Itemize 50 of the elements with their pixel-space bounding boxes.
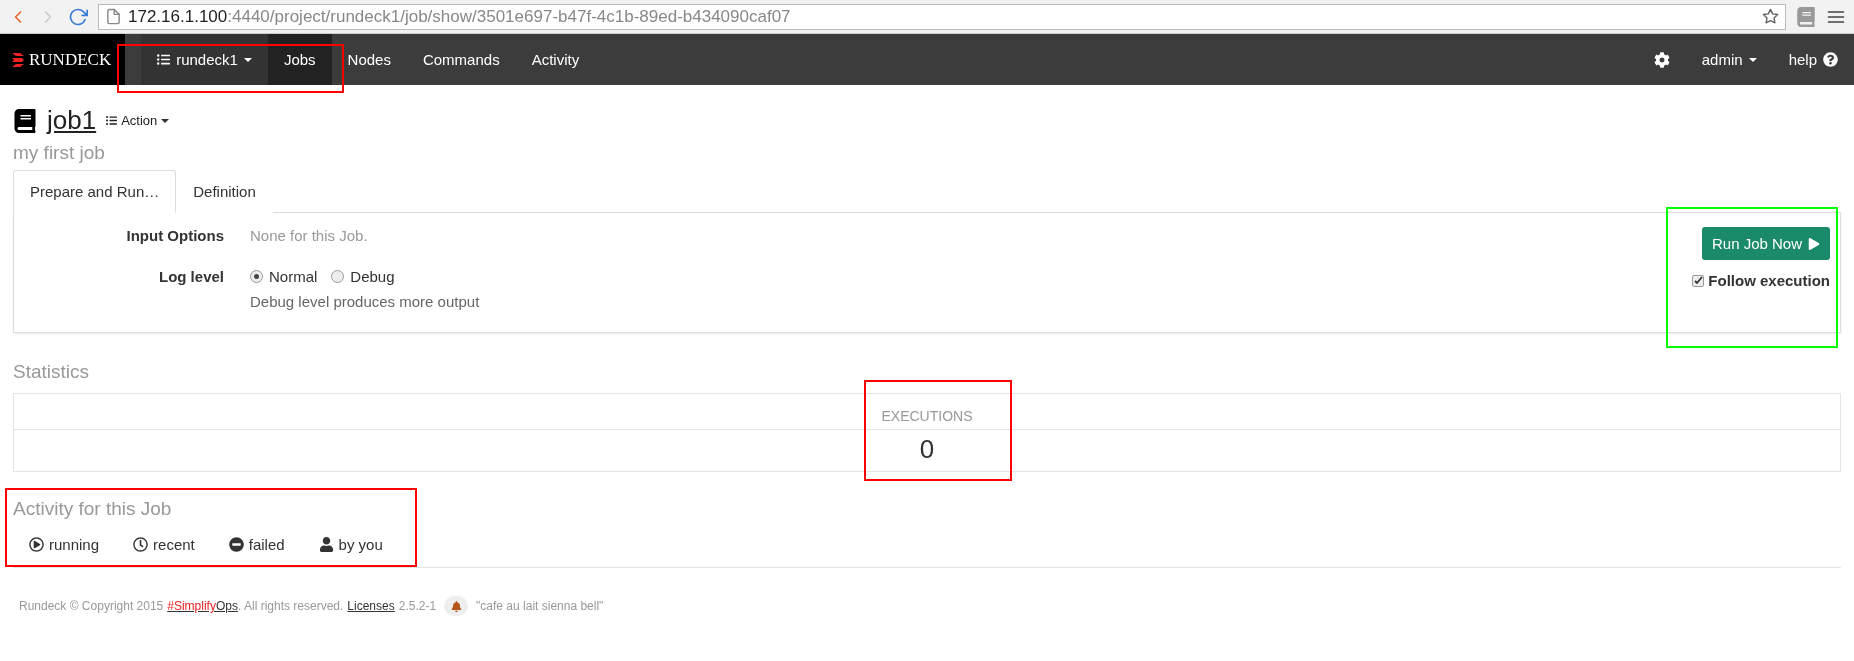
action-menu[interactable]: Action <box>106 113 170 128</box>
list-icon <box>106 115 118 126</box>
nav-link[interactable]: Nodes <box>331 34 407 85</box>
section-heading: Statistics <box>13 361 91 383</box>
version-text: 2.5.2-1 <box>398 599 437 613</box>
book-icon <box>13 108 37 133</box>
extension-icon[interactable] <box>1796 6 1816 27</box>
run-button[interactable]: Run Job Now <box>1701 227 1830 260</box>
filter-link[interactable]: running <box>29 536 100 553</box>
follow-checkbox[interactable]: Follow execution <box>1692 272 1830 289</box>
copyright-text: Rundeck © Copyright 2015 <box>19 599 164 613</box>
help-icon <box>1823 52 1838 67</box>
check-icon <box>1693 276 1703 285</box>
nav-link[interactable]: Jobs <box>267 34 332 85</box>
section-heading: Activity for this Job <box>13 498 173 520</box>
field-value: None for this Job. <box>250 227 369 244</box>
rights-text: . All rights reserved. <box>237 599 344 613</box>
tag-link[interactable]: #SimplifyOps <box>167 599 238 613</box>
page-icon <box>105 8 122 25</box>
licenses-link[interactable]: Licenses <box>347 599 395 613</box>
minus-icon <box>228 537 244 552</box>
play-icon <box>1808 237 1820 250</box>
user-menu[interactable]: admin <box>1685 34 1773 85</box>
filter-link[interactable]: recent <box>133 536 195 553</box>
stat-label: EXECUTIONS <box>881 407 973 424</box>
nav-link[interactable]: Commands <box>406 34 516 85</box>
star-icon[interactable] <box>1762 8 1779 25</box>
bell-icon <box>444 596 469 616</box>
filter-link[interactable]: failed <box>228 536 285 553</box>
help-link[interactable]: help <box>1772 34 1854 85</box>
play-icon <box>29 537 44 552</box>
filter-link[interactable]: by you <box>318 536 383 553</box>
user-icon <box>318 537 334 552</box>
tab[interactable]: Prepare and Run… <box>13 170 177 213</box>
help-text: Debug level produces more output <box>250 293 480 310</box>
project-menu[interactable]: rundeck1 <box>141 34 268 85</box>
reload-icon[interactable] <box>68 6 88 27</box>
job-title[interactable]: job1 <box>47 105 97 136</box>
address-bar[interactable]: 172.16.1.100:4440/project/rundeck1/job/show/3501e697-b47f-4c1b-89ed-b434090caf07 <box>98 3 1786 30</box>
stat-value: 0 <box>919 433 935 466</box>
clock-icon <box>133 537 149 552</box>
radio-option[interactable]: Normal <box>250 268 318 285</box>
nav-link[interactable]: Activity <box>515 34 596 85</box>
logo-icon[interactable] <box>12 51 24 68</box>
release-name: "cafe au lait sienna bell" <box>476 599 604 613</box>
field-label: Input Options <box>125 227 224 244</box>
list-icon <box>157 53 171 66</box>
field-label: Log level <box>157 268 224 285</box>
radio-option[interactable]: Debug <box>331 268 395 285</box>
job-description: my first job <box>13 142 106 164</box>
